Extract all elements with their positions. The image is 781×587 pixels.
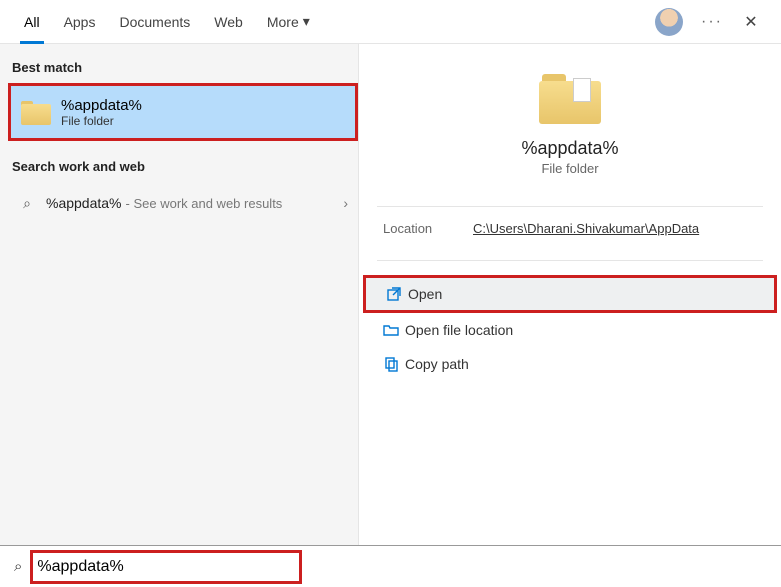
search-icon: ⌕ <box>18 195 36 212</box>
search-work-web-item[interactable]: ⌕ %appdata% - See work and web results › <box>8 182 358 224</box>
location-row: Location C:\Users\Dharani.Shivakumar\App… <box>359 221 781 246</box>
best-match-title: %appdata% <box>61 97 142 114</box>
folder-icon <box>21 99 51 125</box>
preview-panel: %appdata% File folder Location C:\Users\… <box>358 44 781 545</box>
best-match-subtitle: File folder <box>61 114 142 128</box>
action-copy-path[interactable]: Copy path <box>363 347 777 381</box>
results-column: Best match %appdata% File folder Search … <box>0 44 358 545</box>
tab-more[interactable]: More ▾ <box>255 0 322 44</box>
action-copy-path-label: Copy path <box>405 356 469 372</box>
best-match-texts: %appdata% File folder <box>61 97 142 128</box>
more-options-button[interactable]: ··· <box>691 13 733 31</box>
search-input[interactable] <box>33 558 299 576</box>
section-best-match: Best match <box>8 52 358 83</box>
close-button[interactable]: ✕ <box>733 4 769 40</box>
document-icon <box>573 78 591 102</box>
tab-all[interactable]: All <box>12 0 52 44</box>
action-open[interactable]: Open <box>363 275 777 313</box>
main-area: Best match %appdata% File folder Search … <box>0 44 781 545</box>
search-bar: ⌕ <box>0 545 781 587</box>
action-open-file-location-label: Open file location <box>405 322 513 338</box>
close-icon: ✕ <box>744 12 757 32</box>
tab-web[interactable]: Web <box>202 0 255 44</box>
search-input-wrap[interactable] <box>30 550 302 584</box>
chevron-right-icon: › <box>343 195 348 211</box>
search-icon: ⌕ <box>8 558 28 575</box>
copy-icon <box>383 356 405 372</box>
location-label: Location <box>383 221 473 236</box>
user-avatar[interactable] <box>655 8 683 36</box>
search-tabs: All Apps Documents Web More ▾ ··· ✕ <box>0 0 781 44</box>
folder-open-icon <box>383 322 405 338</box>
tab-apps[interactable]: Apps <box>52 0 108 44</box>
work-web-hint: - See work and web results <box>126 196 283 211</box>
action-open-file-location[interactable]: Open file location <box>363 313 777 347</box>
preview-title: %appdata% <box>521 138 618 159</box>
folder-icon <box>539 72 601 124</box>
actions-list: Open Open file location Copy path <box>359 275 781 381</box>
tab-documents[interactable]: Documents <box>107 0 202 44</box>
best-match-result[interactable]: %appdata% File folder <box>8 83 358 141</box>
work-web-query: %appdata% <box>46 195 122 211</box>
section-search-work-web: Search work and web <box>8 151 358 182</box>
divider <box>377 260 763 261</box>
preview-header: %appdata% File folder <box>359 44 781 192</box>
location-path[interactable]: C:\Users\Dharani.Shivakumar\AppData <box>473 221 699 236</box>
chevron-down-icon: ▾ <box>303 13 310 30</box>
tab-more-label: More <box>267 14 299 30</box>
action-open-label: Open <box>408 286 442 302</box>
preview-subtitle: File folder <box>541 161 598 176</box>
open-icon <box>386 286 408 302</box>
divider <box>377 206 763 207</box>
